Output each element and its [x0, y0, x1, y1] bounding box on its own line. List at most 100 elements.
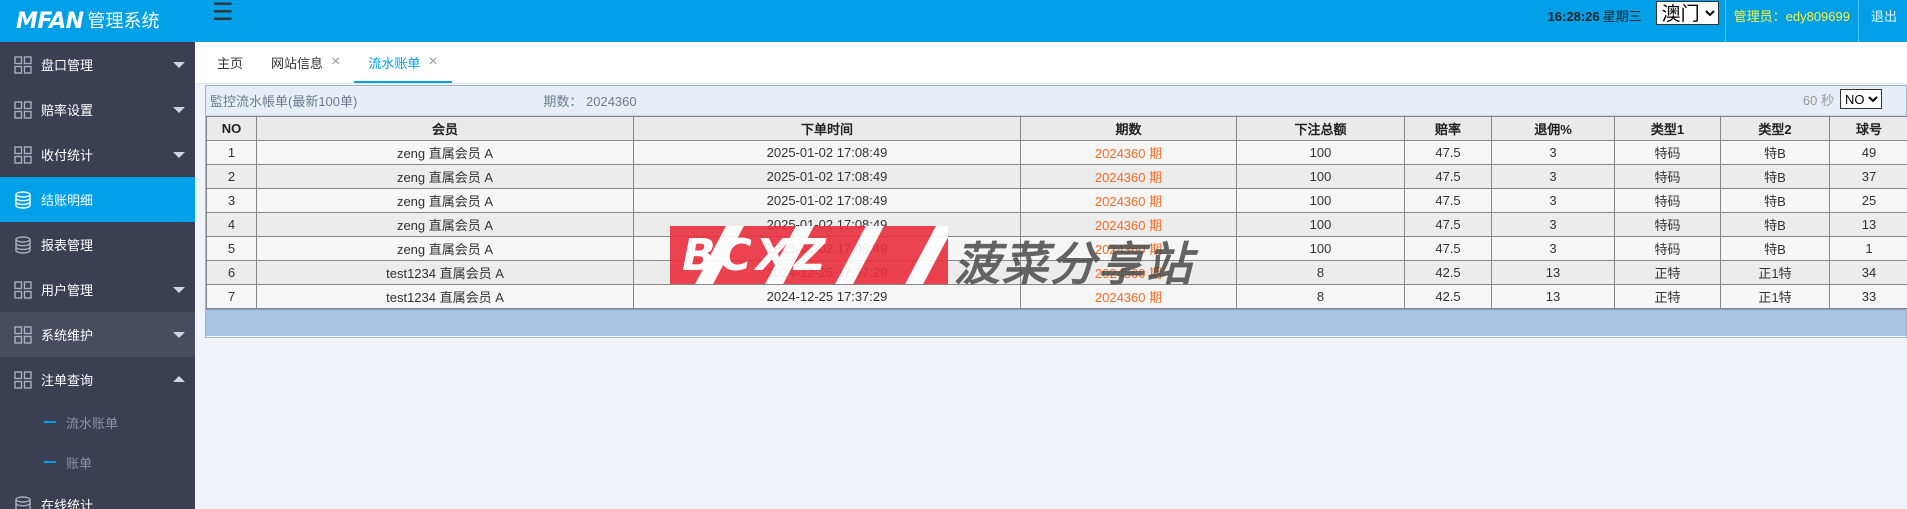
header-right: 16:28:26 星期三 澳门 管理员：edy809699 退出: [1548, 0, 1907, 42]
table-cell: 特B: [1720, 140, 1830, 165]
close-icon[interactable]: ×: [331, 53, 340, 71]
table-cell: 47.5: [1404, 188, 1492, 213]
tab-site-info[interactable]: 网站信息 ×: [257, 41, 354, 83]
sidebar-item-reports[interactable]: 报表管理: [0, 222, 195, 267]
table-cell: 100: [1236, 140, 1405, 165]
table-cell: 2025-01-02 17:08:49: [633, 236, 1021, 261]
sidebar-item-system[interactable]: 系统维护: [0, 312, 195, 357]
table-cell: 特B: [1720, 164, 1830, 189]
sidebar-item-odds-panel[interactable]: 盘口管理: [0, 42, 195, 87]
table-cell: 3: [1491, 212, 1615, 237]
column-header: 类型1: [1614, 116, 1721, 141]
table-cell: zeng 直属会员 A: [256, 212, 634, 237]
column-header: NO: [206, 116, 257, 141]
table-cell: 4: [206, 212, 257, 237]
table-cell: 5: [206, 236, 257, 261]
tab-label: 主页: [217, 55, 244, 71]
table-cell: 100: [1236, 212, 1405, 237]
table-cell: 8: [1236, 260, 1405, 285]
table-row: 6 test1234 直属会员 A 2024-12-25 17:37:29 20243…: [206, 260, 1907, 285]
period-cell: 2024360 期: [1020, 212, 1237, 237]
close-icon[interactable]: ×: [428, 53, 437, 71]
logout-button[interactable]: 退出: [1857, 0, 1907, 42]
menu-toggle-icon[interactable]: ☰: [212, 1, 236, 28]
table-cell: 3: [1491, 140, 1615, 165]
table-cell: 42.5: [1404, 284, 1492, 309]
table-cell: 2025-01-02 17:08:49: [633, 140, 1021, 165]
table-footer: [206, 309, 1906, 336]
table-cell: 7: [206, 284, 257, 309]
table-cell: 13: [1829, 212, 1907, 237]
sidebar-item-label: 赔率设置: [41, 103, 94, 118]
column-header: 球号: [1829, 116, 1907, 141]
panel-title: 監控流水帳单(最新100单): [210, 94, 358, 109]
table-cell: 100: [1236, 236, 1405, 261]
table-body: 1 zeng 直属会员 A 2025-01-02 17:08:49 2024360 期…: [206, 140, 1907, 309]
refresh-select[interactable]: NO: [1840, 89, 1882, 109]
sidebar-item-label: 结账明细: [41, 193, 94, 208]
table-row: 7 test1234 直属会员 A 2024-12-25 17:37:29 20243…: [206, 284, 1907, 309]
bets-table: NO 会员 下单时间 期数 下注总额 赔率 退佣% 类型1 类型2 球号 1 zeng 直属会员 A…: [206, 116, 1907, 309]
database-icon: [15, 190, 31, 209]
period-info: 期数： 2024360: [543, 91, 636, 110]
sidebar-item-settlement-details[interactable]: 结账明细: [0, 177, 195, 222]
table-cell: 正特: [1614, 284, 1721, 309]
sidebar-item-users[interactable]: 用户管理: [0, 267, 195, 312]
table-cell: 34: [1829, 260, 1907, 285]
clock: 16:28:26 星期三: [1548, 0, 1642, 25]
table-cell: 37: [1829, 164, 1907, 189]
sidebar-subitem-label: 流水账单: [66, 415, 119, 431]
grid-icon: [14, 55, 32, 74]
table-row: 2 zeng 直属会员 A 2025-01-02 17:08:49 2024360 期…: [206, 164, 1907, 189]
tab-label: 流水账单: [368, 55, 421, 71]
column-header: 期数: [1020, 116, 1237, 141]
refresh-seconds: 60 秒: [1802, 92, 1834, 108]
table-cell: 47.5: [1404, 140, 1492, 165]
logo-mark: MFAN: [16, 8, 84, 34]
tab-home[interactable]: 主页: [203, 41, 257, 83]
sidebar-item-label: 盘口管理: [41, 58, 94, 73]
table-cell: 特B: [1720, 212, 1830, 237]
table-row: 5 zeng 直属会员 A 2025-01-02 17:08:49 2024360 期…: [206, 236, 1907, 261]
sidebar-item-label: 收付统计: [41, 148, 94, 163]
period-cell: 2024360 期: [1020, 140, 1237, 165]
table-cell: 3: [1491, 164, 1615, 189]
table-cell: 2025-01-02 17:08:49: [633, 212, 1021, 237]
grid-icon: [14, 280, 32, 299]
sidebar-subitem-bill[interactable]: 账单: [0, 442, 195, 482]
table-cell: 1: [1829, 236, 1907, 261]
sidebar-item-odds-settings[interactable]: 赔率设置: [0, 87, 195, 132]
table-cell: 47.5: [1404, 236, 1492, 261]
sidebar-item-online-stats[interactable]: 在线统计: [0, 482, 195, 509]
table-cell: 正特: [1614, 260, 1721, 285]
table-cell: 正1特: [1720, 260, 1830, 285]
chevron-down-icon: [173, 62, 185, 68]
top-header: MFAN 管理系统 ☰ 16:28:26 星期三 澳门 管理员：edy809699…: [0, 0, 1907, 42]
sidebar-item-payment-stats[interactable]: 收付统计: [0, 132, 195, 177]
table-cell: 特码: [1614, 188, 1721, 213]
table-cell: 2025-01-02 17:08:49: [633, 164, 1021, 189]
flow-bill-panel: 監控流水帳单(最新100单) 期数： 2024360 60 秒 NO NO 会员下…: [205, 85, 1907, 338]
column-header: 退佣%: [1491, 116, 1615, 141]
sidebar-item-label: 报表管理: [41, 238, 94, 253]
table-cell: 2024-12-25 17:37:29: [633, 260, 1021, 285]
table-cell: zeng 直属会员 A: [256, 164, 634, 189]
tab-flow-bill[interactable]: 流水账单 ×: [354, 41, 453, 83]
table-cell: 3: [1491, 188, 1615, 213]
app-logo: MFAN 管理系统: [0, 0, 195, 42]
sidebar-item-label: 注单查询: [41, 373, 94, 388]
sidebar-subitem-flow-bill[interactable]: 流水账单: [0, 402, 195, 442]
period-value: 2024360: [586, 94, 637, 109]
column-header: 类型2: [1720, 116, 1830, 141]
sidebar-subitem-label: 账单: [66, 455, 93, 471]
table-cell: 3: [1491, 236, 1615, 261]
clock-time: 16:28:26: [1547, 9, 1600, 24]
region-select[interactable]: 澳门: [1655, 1, 1719, 25]
period-label: 期数：: [543, 94, 583, 109]
table-cell: test1234 直属会员 A: [256, 284, 634, 309]
period-cell: 2024360 期: [1020, 188, 1237, 213]
chevron-down-icon: [173, 287, 185, 293]
sidebar-item-bet-query[interactable]: 注单查询: [0, 357, 195, 402]
admin-label: 管理员：edy809699: [1724, 0, 1858, 42]
chevron-down-icon: [173, 107, 185, 113]
